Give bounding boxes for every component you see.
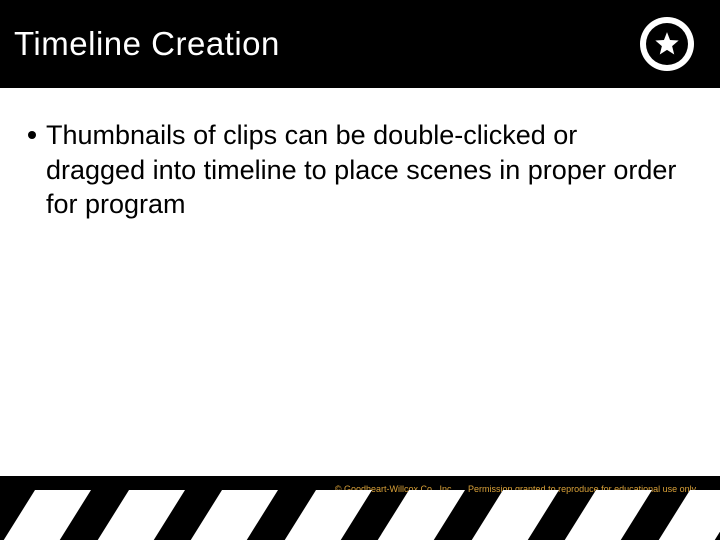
body-content: Thumbnails of clips can be double-clicke… <box>28 118 680 222</box>
slide: Timeline Creation Thumbnails of clips ca… <box>0 0 720 540</box>
slide-title: Timeline Creation <box>14 25 280 63</box>
stripe-icon <box>172 490 277 540</box>
stripe-icon <box>546 490 651 540</box>
stripe-icon <box>453 490 558 540</box>
star-icon <box>646 23 688 65</box>
bullet-text: Thumbnails of clips can be double-clicke… <box>46 118 680 222</box>
footer-stripes <box>0 490 720 540</box>
stripe-icon <box>0 490 90 540</box>
footer-bar: © Goodheart-Willcox Co., Inc.Permission … <box>0 476 720 540</box>
stripe-icon <box>266 490 371 540</box>
stripe-icon <box>640 490 720 540</box>
bullet-item: Thumbnails of clips can be double-clicke… <box>28 118 680 222</box>
bullet-dot-icon <box>28 131 36 139</box>
stripe-icon <box>359 490 464 540</box>
star-badge <box>640 17 694 71</box>
stripe-icon <box>79 490 184 540</box>
title-bar: Timeline Creation <box>0 0 720 88</box>
